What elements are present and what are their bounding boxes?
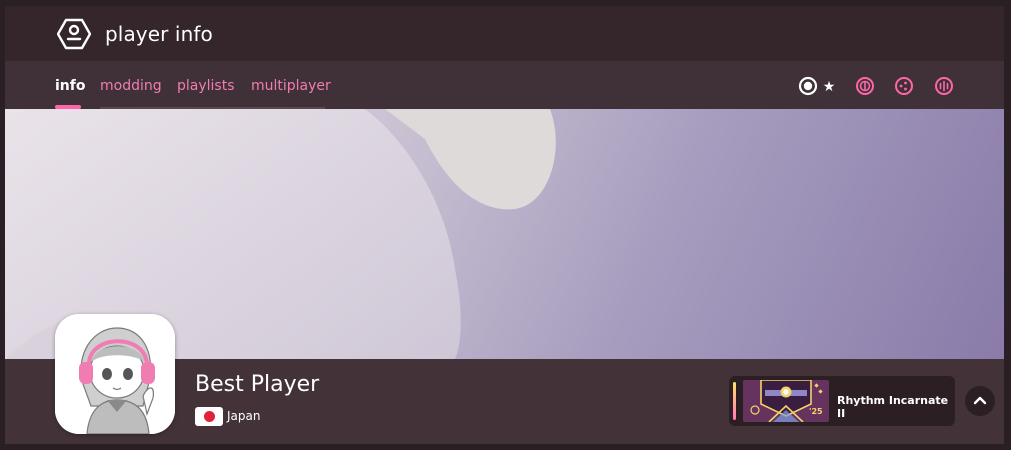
taiko-mode-icon[interactable] [855, 76, 875, 96]
badge-title: Rhythm Incarnate II [837, 394, 949, 420]
badge-accent-bar [733, 382, 736, 420]
avatar[interactable] [55, 314, 175, 434]
chevron-up-icon [973, 396, 987, 405]
tab-modding[interactable]: modding [100, 78, 162, 110]
tab-multiplayer[interactable]: multiplayer [251, 78, 331, 110]
header-bar: player info [5, 6, 1004, 61]
osu-mode-icon[interactable] [798, 76, 818, 96]
player-info-icon [57, 18, 91, 50]
star-icon[interactable]: ★ [821, 76, 837, 96]
badge-artwork-icon: '25 [743, 380, 829, 422]
mania-mode-icon[interactable] [934, 76, 954, 96]
country-name[interactable]: Japan [227, 409, 260, 423]
collapse-header-button[interactable] [965, 386, 995, 416]
page-title: player info [105, 22, 213, 46]
username: Best Player [195, 372, 320, 397]
catch-mode-icon[interactable] [894, 76, 914, 96]
japan-flag-icon[interactable] [195, 407, 223, 426]
profile-window: player info info modding playlists multi… [5, 6, 1004, 444]
badge-year-text: '25 [809, 407, 823, 416]
tab-playlists[interactable]: playlists [177, 78, 235, 110]
avatar-illustration [55, 314, 175, 434]
profile-badge[interactable]: '25 Rhythm Incarnate II [729, 376, 955, 426]
